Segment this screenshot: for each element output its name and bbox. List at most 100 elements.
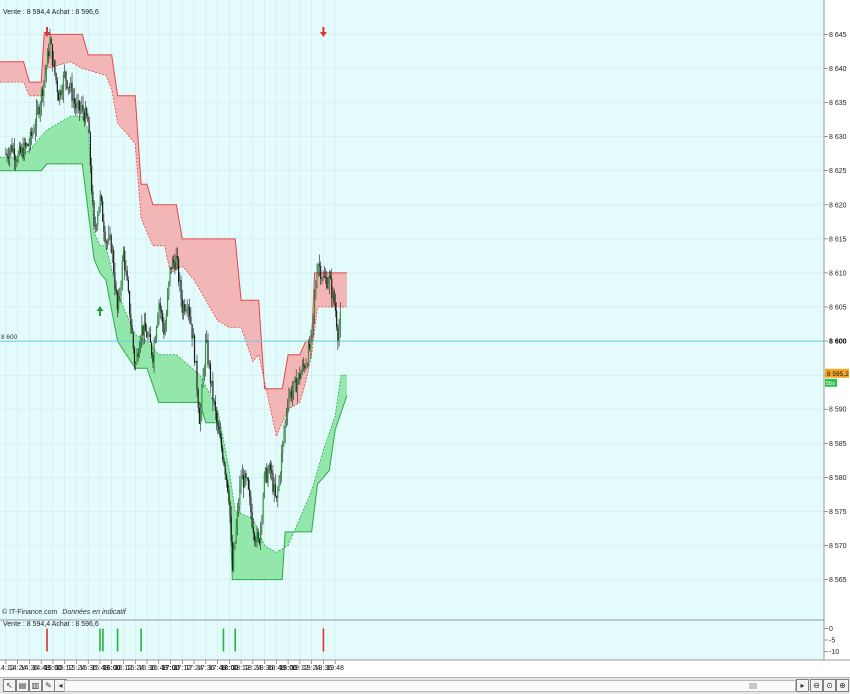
candle-body bbox=[317, 264, 319, 274]
candle-body bbox=[269, 464, 272, 471]
candle-body bbox=[284, 421, 286, 435]
candle-body bbox=[64, 71, 66, 76]
candle-body bbox=[164, 329, 166, 335]
source-label: © IT-Finance.com bbox=[2, 609, 58, 616]
candle-body bbox=[327, 284, 329, 289]
candle-body bbox=[162, 312, 164, 324]
candle-body bbox=[211, 380, 213, 384]
candle-body bbox=[316, 273, 318, 286]
candle-body bbox=[273, 484, 275, 492]
candle-body bbox=[251, 511, 253, 528]
candle-body bbox=[40, 90, 43, 106]
candle-body bbox=[322, 276, 324, 280]
candle-body bbox=[287, 407, 289, 416]
candle-body bbox=[236, 510, 239, 527]
candle-body bbox=[170, 267, 172, 270]
candle-body bbox=[176, 256, 178, 259]
candle-body bbox=[48, 51, 50, 56]
y-tick-label: 8 615 bbox=[829, 236, 847, 243]
candle-body bbox=[157, 316, 159, 327]
last-price-label: 8 595,2 bbox=[827, 371, 849, 378]
candle-body bbox=[175, 256, 177, 270]
candle-body bbox=[24, 142, 27, 147]
bottom-toolbar: ↖ ▤ ▥ ✎ ◂ ▸ ⊖ ⊙ ⊕ bbox=[0, 677, 850, 694]
candle-body bbox=[173, 259, 175, 263]
candle-body bbox=[202, 375, 204, 388]
candle-body bbox=[100, 195, 103, 202]
chart[interactable]: 8 600 8 645 8 640 8 635 8 630 8 625 8 620 8 61… bbox=[0, 0, 850, 677]
zoom-reset-icon[interactable]: ⊙ bbox=[823, 679, 836, 692]
candle-body bbox=[276, 495, 278, 498]
candle-body bbox=[338, 327, 340, 341]
candle-body bbox=[247, 478, 250, 490]
candle-body bbox=[153, 342, 155, 363]
candle-body bbox=[111, 250, 114, 253]
candle-body bbox=[190, 316, 192, 324]
candle-body bbox=[315, 285, 317, 298]
candle-body bbox=[98, 206, 100, 216]
candle-body bbox=[223, 459, 225, 465]
candle-body bbox=[333, 291, 335, 304]
candle-body bbox=[33, 131, 35, 133]
candle-body bbox=[149, 333, 152, 343]
y-tick-label: 8 605 bbox=[829, 305, 847, 312]
candle-body bbox=[80, 108, 82, 111]
bars-icon[interactable]: ▥ bbox=[29, 679, 42, 692]
candle-body bbox=[264, 467, 267, 474]
candle-body bbox=[140, 338, 142, 349]
candle-body bbox=[197, 390, 199, 408]
scrollbar-thumb[interactable] bbox=[749, 683, 757, 689]
candle-body bbox=[27, 143, 29, 147]
candle-body bbox=[115, 288, 117, 292]
candle-body bbox=[7, 156, 9, 159]
candle-body bbox=[192, 335, 194, 339]
sub-y-tick-label: 0 bbox=[829, 626, 833, 633]
candle-body bbox=[155, 326, 158, 340]
candle-body bbox=[193, 335, 196, 363]
candle-body bbox=[255, 539, 257, 543]
candle-body bbox=[60, 90, 62, 96]
candle-body bbox=[91, 165, 93, 192]
candle-body bbox=[159, 303, 161, 310]
candle-body bbox=[78, 100, 80, 111]
candle-body bbox=[331, 278, 333, 299]
candle-body bbox=[235, 526, 237, 542]
candle-body bbox=[239, 485, 241, 506]
zoom-plus-icon[interactable]: ⊕ bbox=[836, 679, 849, 692]
chart-type-icon[interactable]: ▤ bbox=[16, 679, 29, 692]
sub-y-tick-label: -5 bbox=[829, 638, 835, 645]
candle-body bbox=[200, 411, 202, 424]
candle-body bbox=[87, 116, 89, 122]
candle-body bbox=[186, 309, 188, 311]
candle-body bbox=[280, 453, 283, 475]
y-tick-label: 8 570 bbox=[829, 543, 847, 550]
candle-body bbox=[262, 496, 264, 518]
candle-body bbox=[99, 195, 101, 207]
candle-body bbox=[258, 539, 261, 544]
candle-body bbox=[282, 442, 284, 454]
candle-body bbox=[332, 291, 334, 299]
candle-body bbox=[154, 339, 156, 343]
candle-body bbox=[13, 148, 16, 160]
scroll-right-icon[interactable]: ▸ bbox=[796, 679, 809, 692]
candle-body bbox=[104, 231, 106, 243]
candle-body bbox=[274, 484, 276, 496]
candle-body bbox=[43, 81, 45, 96]
timer-label: 55s bbox=[826, 381, 835, 387]
cursor-icon[interactable]: ↖ bbox=[3, 679, 16, 692]
candle-body bbox=[143, 322, 145, 336]
candle-body bbox=[291, 391, 294, 398]
time-scrollbar[interactable] bbox=[64, 680, 796, 692]
candle-body bbox=[318, 264, 321, 266]
candle-body bbox=[66, 80, 68, 89]
candle-body bbox=[5, 153, 7, 155]
candle-body bbox=[249, 489, 251, 497]
candle-body bbox=[93, 202, 95, 227]
candle-body bbox=[131, 325, 133, 334]
candle-body bbox=[312, 314, 314, 327]
candle-body bbox=[103, 221, 105, 232]
candle-body bbox=[62, 75, 65, 93]
candle-body bbox=[196, 360, 198, 391]
candle-body bbox=[105, 242, 107, 243]
zoom-out-icon[interactable]: ⊖ bbox=[810, 679, 823, 692]
